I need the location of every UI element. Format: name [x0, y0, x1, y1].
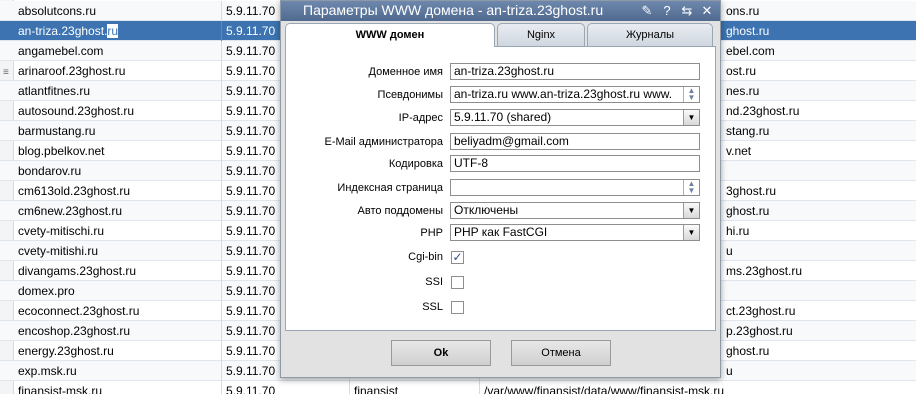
domain-name-cell: domex.pro [14, 281, 222, 301]
pin-icon[interactable]: ✎ [640, 3, 654, 19]
chevron-down-icon[interactable]: ▼ [683, 110, 699, 125]
domain-name-cell: absolutcons.ru [14, 1, 222, 21]
auto-subdomains-select[interactable]: Отключены ▼ [450, 202, 700, 219]
tab-nginx[interactable]: Nginx [497, 23, 585, 46]
encoding-input[interactable]: UTF-8 [450, 155, 700, 172]
truncated-cell: stang.ru [726, 124, 770, 138]
ssl-label: SSL [422, 301, 443, 313]
truncated-cell [722, 281, 916, 301]
close-icon[interactable]: ✕ [700, 3, 714, 19]
cancel-button[interactable]: Отмена [511, 340, 611, 366]
ok-button[interactable]: Ok [391, 340, 491, 366]
domain-name-cell: blog.pbelkov.net [14, 141, 222, 161]
domain-name-cell: angamebel.com [14, 41, 222, 61]
truncated-cell: ons.ru [726, 4, 760, 18]
ip-address-value: 5.9.11.70 (shared) [454, 110, 552, 124]
php-select[interactable]: PHP как FastCGI ▼ [450, 224, 700, 241]
ssl-checkbox[interactable] [451, 301, 464, 314]
domain-name-cell: barmustang.ru [14, 121, 222, 141]
domain-name-cell: divangams.23ghost.ru [14, 261, 222, 281]
domain-name-cell: finansist-msk.ru [14, 381, 222, 394]
encoding-label: Кодировка [388, 158, 443, 170]
ssi-label: SSI [425, 276, 443, 288]
truncated-cell: u [726, 244, 733, 258]
expand-spinner-icon[interactable]: ▲ ▼ [683, 180, 699, 195]
domain-name-cell: encoshop.23ghost.ru [14, 321, 222, 341]
truncated-cell: ghost.ru [726, 204, 770, 218]
text-selection-highlight: ru [107, 24, 119, 38]
aliases-input[interactable]: an-triza.ru www.an-triza.23ghost.ru www.… [450, 86, 700, 103]
truncated-cell: u [726, 364, 733, 378]
dialog-title: Параметры WWW домена - an-triza.23ghost.… [303, 2, 604, 18]
truncated-cell: nes.ru [726, 84, 760, 98]
chevron-down-icon[interactable]: ▼ [683, 203, 699, 218]
domain-name-cell: cvety-mitischi.ru [14, 221, 222, 241]
ip-address-select[interactable]: 5.9.11.70 (shared) ▼ [450, 109, 700, 126]
cgi-bin-label: Cgi-bin [408, 251, 443, 263]
domain-name-cell: atlantfitnes.ru [14, 81, 222, 101]
dialog-tabs: WWW домен Nginx Журналы [285, 23, 716, 47]
truncated-cell: ebel.com [726, 44, 775, 58]
chevron-down-icon[interactable]: ▼ [683, 225, 699, 240]
domain-name-cell: autosound.23ghost.ru [14, 101, 222, 121]
auto-subdomains-value: Отключены [454, 203, 519, 217]
truncated-cell: 3ghost.ru [726, 184, 777, 198]
ip-cell: 5.9.11.70 [222, 381, 350, 394]
owner-cell: finansist [350, 381, 480, 394]
expand-spinner-icon[interactable]: ▲ ▼ [683, 87, 699, 102]
truncated-cell: nd.23ghost.ru [726, 104, 800, 118]
php-value: PHP как FastCGI [454, 225, 548, 239]
ssi-checkbox[interactable] [451, 276, 464, 289]
truncated-cell: ghost.ru [726, 344, 770, 358]
domain-name-label: Доменное имя [368, 66, 443, 78]
form-panel: Доменное имя an-triza.23ghost.ru Псевдон… [285, 46, 716, 331]
titlebar-icons: ✎ ? ⇆ ✕ [640, 2, 714, 20]
truncated-cell [722, 161, 916, 181]
domain-name-cell: arinaroof.23ghost.ru [14, 61, 222, 81]
tab-www-domain[interactable]: WWW домен [285, 23, 495, 47]
truncated-cell: v.net [726, 144, 752, 158]
admin-email-label: E-Mail администратора [324, 136, 444, 148]
domain-name-input[interactable]: an-triza.23ghost.ru [450, 63, 700, 80]
domain-name-cell: cm6new.23ghost.ru [14, 201, 222, 221]
ip-address-label: IP-адрес [398, 112, 443, 124]
auto-subdomains-label: Авто поддомены [357, 205, 443, 217]
www-domain-dialog: Параметры WWW домена - an-triza.23ghost.… [280, 0, 721, 378]
index-page-input[interactable]: ▲ ▼ [450, 179, 700, 196]
php-label: PHP [420, 227, 443, 239]
truncated-cell: ct.23ghost.ru [726, 304, 796, 318]
admin-email-input[interactable]: beliyadm@gmail.com [450, 133, 700, 150]
domain-name-cell: cvety-mitishi.ru [14, 241, 222, 261]
domain-name-cell: energy.23ghost.ru [14, 341, 222, 361]
index-page-label: Индексная страница [337, 182, 443, 194]
domain-name-cell: bondarov.ru [14, 161, 222, 181]
help-icon[interactable]: ? [660, 3, 674, 19]
domain-name-cell: exp.msk.ru [14, 361, 222, 381]
truncated-cell: p.23ghost.ru [726, 324, 793, 338]
truncated-cell: ms.23ghost.ru [726, 264, 803, 278]
aliases-label: Псевдонимы [377, 89, 443, 101]
cgi-bin-checkbox[interactable]: ✓ [451, 251, 464, 264]
domain-name-cell: an-triza.23ghost.ru [14, 21, 222, 41]
truncated-cell: ost.ru [726, 64, 757, 78]
domain-name-cell: cm613old.23ghost.ru [14, 181, 222, 201]
domain-name-cell: ecoconnect.23ghost.ru [14, 301, 222, 321]
truncated-cell: hi.ru [726, 224, 750, 238]
aliases-value: an-triza.ru www.an-triza.23ghost.ru www. [454, 87, 673, 101]
table-row[interactable]: finansist-msk.ru 5.9.11.70 finansist/var/w… [0, 381, 916, 394]
dialog-titlebar[interactable]: Параметры WWW домена - an-triza.23ghost.… [281, 1, 720, 21]
domain-name-text: an-triza.23ghost. [18, 24, 108, 38]
truncated-cell: ghost.ru [726, 24, 770, 38]
tab-logs[interactable]: Журналы [587, 23, 713, 46]
truncated-cell [722, 381, 916, 394]
restore-icon[interactable]: ⇆ [680, 3, 694, 19]
